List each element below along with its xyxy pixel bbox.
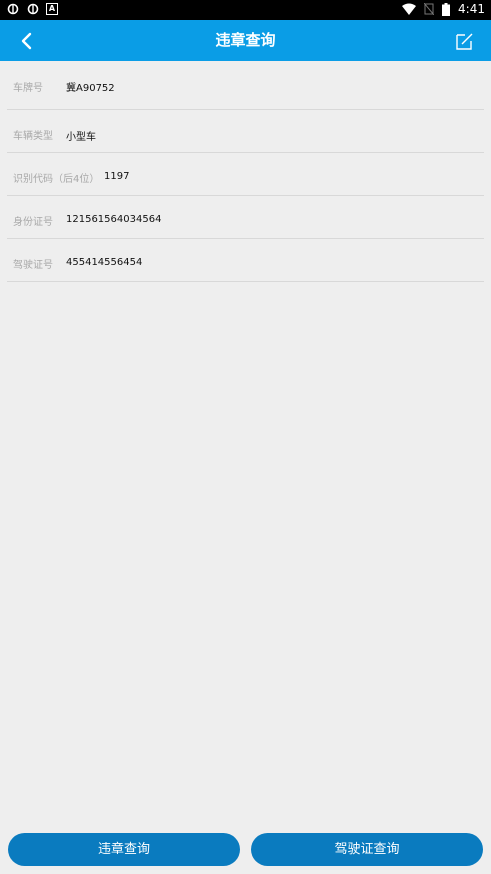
status-time: 4:41 [458,2,485,16]
wifi-icon [402,3,417,15]
plate-label: 车牌号 [13,83,43,94]
bug-icon [7,3,19,15]
vin-value[interactable]: 1197 [104,153,129,195]
id-card-label: 身份证号 [13,217,53,228]
vehicle-type-label: 车辆类型 [13,131,53,142]
status-bar-left: A [6,2,58,16]
page-title: 违章查询 [215,31,276,49]
form-row-vin[interactable]: 识别代码（后4位） 1197 [7,153,484,196]
status-bar: A 4:41 [0,0,491,20]
license-label: 驾驶证号 [13,260,53,271]
form-row-plate[interactable]: 车牌号 冀A90752 [7,61,484,110]
edit-icon[interactable] [451,28,477,54]
bug-icon [27,3,39,15]
form-row-vehicle-type[interactable]: 车辆类型 小型车 [7,110,484,153]
vehicle-info-form: 车牌号 冀A90752 车辆类型 小型车 识别代码（后4位） 1197 身份证号… [0,61,491,282]
no-sim-icon [424,3,435,15]
app-bar: 违章查询 [0,20,491,61]
battery-icon [442,2,451,16]
id-card-value[interactable]: 121561564034564 [66,196,161,238]
license-query-button[interactable]: 驾驶证查询 [251,833,483,866]
violation-query-button[interactable]: 违章查询 [8,833,240,866]
vehicle-type-value[interactable]: 小型车 [66,110,96,152]
plate-value[interactable]: 冀A90752 [66,61,115,109]
form-row-license[interactable]: 驾驶证号 455414556454 [7,239,484,282]
a-notification-icon: A [46,3,58,15]
form-row-id-card[interactable]: 身份证号 121561564034564 [7,196,484,239]
license-value[interactable]: 455414556454 [66,239,142,281]
status-bar-right: 4:41 [402,2,485,16]
vin-label: 识别代码（后4位） [13,174,100,185]
